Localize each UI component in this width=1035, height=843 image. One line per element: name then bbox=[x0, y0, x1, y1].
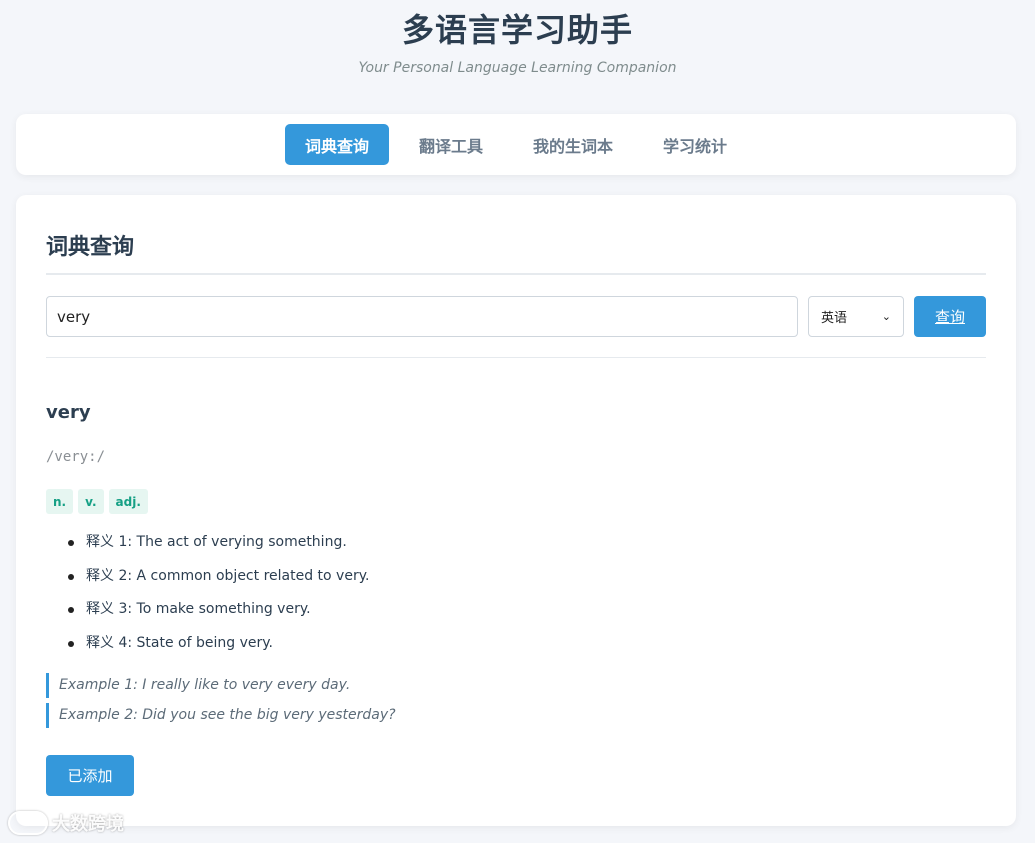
definition-list: 释义 1: The act of verying something. 释义 2… bbox=[64, 532, 369, 666]
pos-tag: v. bbox=[78, 489, 104, 514]
pos-tag: adj. bbox=[108, 489, 148, 514]
example-item: Example 1: I really like to very every d… bbox=[46, 673, 396, 698]
result-word: very bbox=[46, 402, 91, 423]
pos-tags: n. v. adj. bbox=[46, 489, 148, 514]
chevron-down-icon: ⌄ bbox=[881, 310, 891, 323]
watermark-logo-icon bbox=[8, 811, 48, 835]
divider bbox=[46, 357, 986, 358]
example-list: Example 1: I really like to very every d… bbox=[46, 673, 396, 733]
tab-statistics[interactable]: 学习统计 bbox=[643, 124, 747, 165]
divider bbox=[46, 273, 986, 275]
example-item: Example 2: Did you see the big very yest… bbox=[46, 703, 396, 728]
language-select[interactable]: 英语 ⌄ bbox=[808, 296, 904, 337]
definition-item: 释义 4: State of being very. bbox=[64, 633, 369, 667]
tab-dictionary[interactable]: 词典查询 bbox=[284, 124, 389, 165]
tab-translate[interactable]: 翻译工具 bbox=[399, 124, 503, 165]
result-phonetic: /very:/ bbox=[46, 449, 106, 465]
watermark: 大数跨境 bbox=[8, 810, 124, 836]
language-select-value: 英语 bbox=[821, 311, 848, 326]
app-title: 多语言学习助手 bbox=[401, 11, 633, 49]
dictionary-panel: 词典查询 英语 ⌄ 查询 very /very:/ n. v. adj. 释义 … bbox=[16, 195, 1016, 826]
tab-vocabulary[interactable]: 我的生词本 bbox=[513, 124, 633, 165]
watermark-text: 大数跨境 bbox=[52, 814, 124, 835]
definition-item: 释义 1: The act of verying something. bbox=[64, 532, 369, 566]
definition-item: 释义 2: A common object related to very. bbox=[64, 566, 369, 600]
section-title: 词典查询 bbox=[46, 235, 135, 260]
search-button[interactable]: 查询 bbox=[914, 296, 986, 337]
pos-tag: n. bbox=[46, 489, 74, 514]
nav-tabs: 词典查询 翻译工具 我的生词本 学习统计 bbox=[16, 114, 1016, 175]
app-header: 多语言学习助手 Your Personal Language Learning … bbox=[0, 0, 1035, 76]
added-to-wordbook-button[interactable]: 已添加 bbox=[46, 755, 134, 796]
app-subtitle: Your Personal Language Learning Companio… bbox=[358, 60, 677, 76]
definition-item: 释义 3: To make something very. bbox=[64, 599, 369, 633]
search-input[interactable] bbox=[46, 296, 798, 337]
